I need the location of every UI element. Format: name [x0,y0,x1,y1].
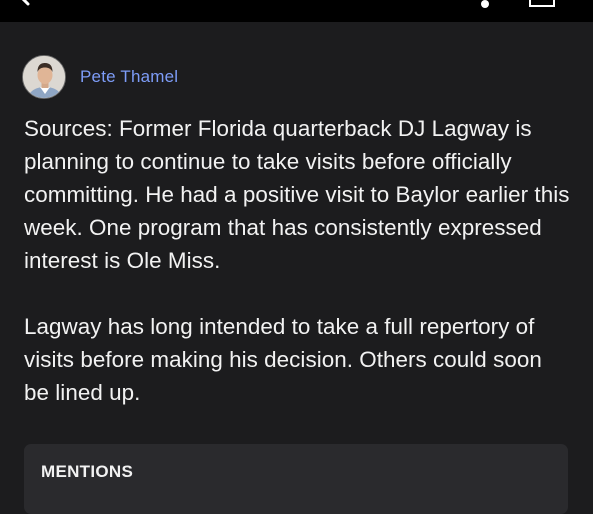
chevron-left-icon[interactable] [14,0,34,6]
share-icon[interactable] [528,0,556,10]
author-name-link[interactable]: Pete Thamel [80,67,178,87]
post-body: Sources: Former Florida quarterback DJ L… [24,112,572,409]
mentions-card: MENTIONS [24,444,568,514]
post-paragraph: Lagway has long intended to take a full … [24,314,542,405]
mentions-title: MENTIONS [41,462,134,481]
avatar[interactable] [22,55,66,99]
author-row[interactable]: Pete Thamel [22,54,178,100]
top-bar [0,0,593,22]
post-paragraph: Sources: Former Florida quarterback DJ L… [24,116,570,273]
more-icon[interactable] [479,0,491,10]
avatar-image [23,56,65,98]
